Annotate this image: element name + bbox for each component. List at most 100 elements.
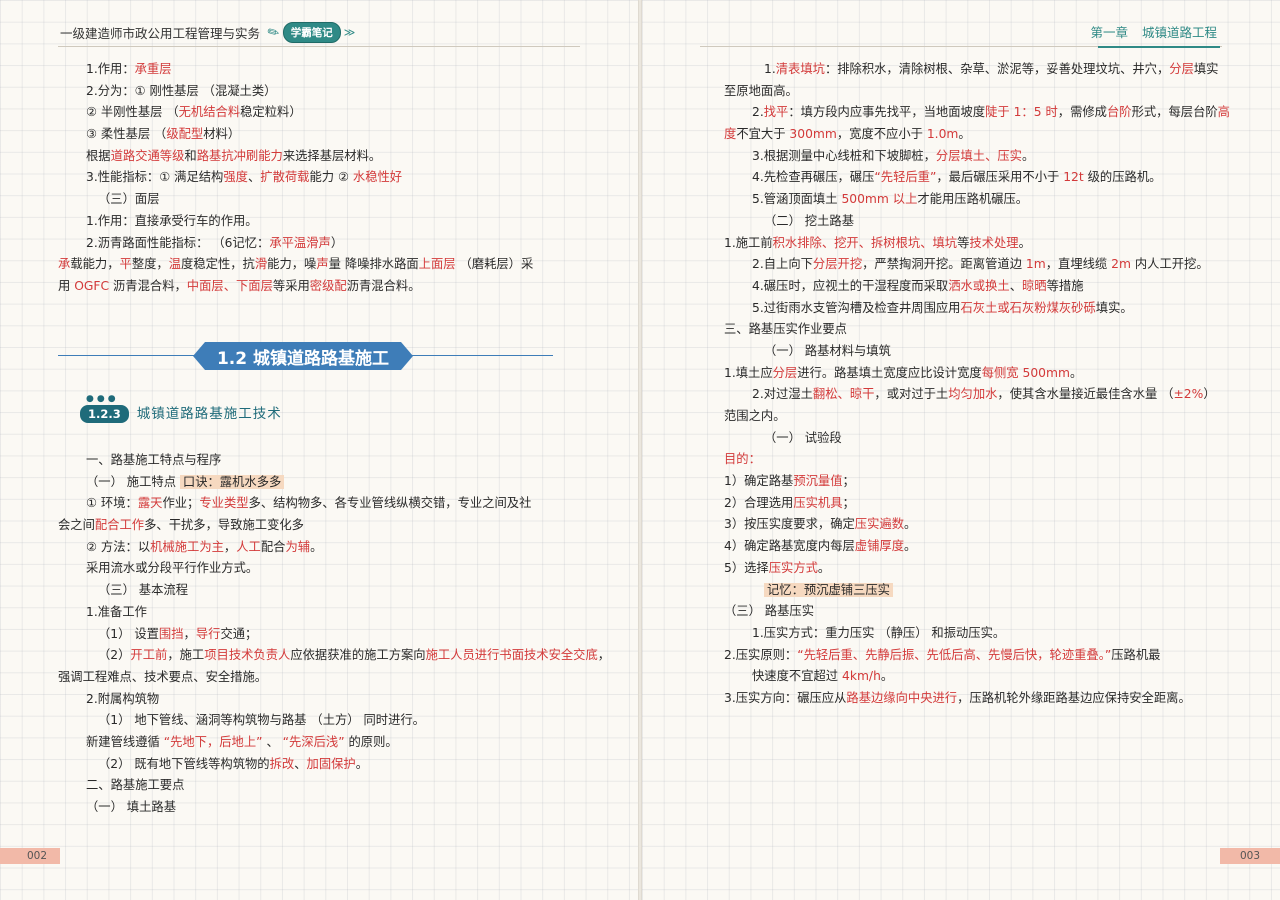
text-line: （一） 路基材料与填筑 xyxy=(724,341,1220,363)
text-line: 4）确定路基宽度内每层虚铺厚度。 xyxy=(724,536,1220,558)
text-line: （2）开工前，施工项目技术负责人应依据获准的施工方案向施工人员进行书面技术安全交… xyxy=(58,645,610,667)
double-arrow-icon: ≫ xyxy=(343,26,355,39)
key-term: 1m xyxy=(1025,257,1046,272)
dots-icon: ●●● xyxy=(86,393,119,404)
text-segment: 等采用 xyxy=(272,278,310,293)
text-line: 二、路基施工要点 xyxy=(58,775,580,797)
text-segment: 根据 xyxy=(86,148,111,163)
key-term: 1.0m xyxy=(926,127,959,142)
text-segment: 。 xyxy=(904,539,917,554)
text-segment: 等 xyxy=(957,235,970,250)
left-top-text: 1.作用：承重层 2.分为：① 刚性基层 （混凝土类） ② 半刚性基层 （无机结合料… xyxy=(58,59,580,298)
text-segment: 1）确定路基 xyxy=(724,474,794,489)
text-line: 快速度不宜超过 4km/h。 xyxy=(724,666,1220,688)
key-term: 压实机具 xyxy=(793,495,843,510)
key-term: “先轻后重、先静后振、先低后高、先慢后快，轮迹重叠。” xyxy=(797,647,1112,662)
text-segment: 5.过街雨水支管沟槽及检查井周围应用 xyxy=(752,300,961,315)
key-term: 2m xyxy=(1111,257,1131,272)
key-term: 500mm 以上 xyxy=(841,192,918,207)
text-segment: 4）确定路基宽度内每层 xyxy=(724,539,855,554)
text-line: （2） 既有地下管线等构筑物的拆改、加固保护。 xyxy=(58,754,580,776)
text-segment: 2.对过湿土 xyxy=(752,387,813,402)
text-line: ② 半刚性基层 （无机结合料稳定粒料） xyxy=(58,102,580,124)
text-line: 2.沥青路面性能指标： （6记忆：承平温滑声） xyxy=(58,233,580,255)
text-segment: （二） 挖土路基 xyxy=(764,213,854,228)
text-segment: 1.准备工作 xyxy=(86,604,147,619)
text-segment: 3.性能指标：① 满足结构 xyxy=(86,170,224,185)
text-line: 度不宜大于 300mm，宽度不应小于 1.0m。 xyxy=(724,124,1220,146)
text-segment: ，需修成 xyxy=(1057,105,1107,120)
text-segment: 不宜大于 xyxy=(736,127,790,142)
text-line: 强调工程难点、技术要点、安全措施。 xyxy=(58,667,580,689)
key-term: 12t xyxy=(1063,170,1084,185)
key-term: 承重层 xyxy=(134,62,172,76)
text-line: 承载能力，平整度，温度稳定性，抗滑能力，噪声量 降噪排水路面上面层 （磨耗层）采 xyxy=(58,254,580,276)
text-line: 2.分为：① 刚性基层 （混凝土类） xyxy=(58,81,580,103)
text-line: 1.施工前积水排除、挖开、拆树根坑、填坑等技术处理。 xyxy=(724,233,1220,255)
text-segment: 、 xyxy=(1009,278,1022,293)
text-line: 2.对过湿土翻松、晾干，或对过于土均匀加水，使其含水量接近最佳含水量 （±2%） xyxy=(724,384,1220,406)
text-segment: 5）选择 xyxy=(724,560,769,575)
text-line: 会之间配合工作多、干扰多，导致施工变化多 xyxy=(58,515,580,537)
text-line: 3.压实方向：碾压应从路基边缘向中央进行，压路机轮外缘距路基边应保持安全距离。 xyxy=(724,688,1220,710)
text-segment: 。 xyxy=(355,756,369,771)
text-line: ② 方法：以机械施工为主，人工配合为辅。 xyxy=(58,537,580,559)
text-segment: 能力 ② xyxy=(309,170,353,185)
subsection-number: 1.2.3 xyxy=(80,404,129,423)
text-segment: 、 xyxy=(247,170,261,185)
key-term: 分层开挖 xyxy=(812,257,863,272)
text-line: 范围之内。 xyxy=(724,406,1220,428)
text-segment: 2.附属构筑物 xyxy=(86,691,160,706)
running-header-right: 第一章 城镇道路工程 xyxy=(1076,22,1217,41)
text-segment: 2. xyxy=(752,105,764,120)
right-page: 第一章 城镇道路工程 1.清表填坑：排除积水，清除树根、杂草、淤泥等，妥善处理坟坑… xyxy=(642,0,1280,900)
key-term: 预沉量值 xyxy=(793,474,843,489)
text-segment: 配合 xyxy=(260,539,286,554)
text-segment: 2）合理选用 xyxy=(724,495,794,510)
text-segment: 1.作用： xyxy=(86,62,135,76)
text-segment: 等措施 xyxy=(1046,278,1084,293)
text-segment: 的原则。 xyxy=(344,734,398,749)
subsection-title: 城镇道路路基施工技术 xyxy=(136,406,282,422)
text-line: 1.清表填坑：排除积水，清除树根、杂草、淤泥等，妥善处理坟坑、井穴，分层填实 xyxy=(724,59,1220,81)
key-term: 强度 xyxy=(223,170,248,185)
pencil-icon: ✎ xyxy=(264,22,283,43)
text-segment: ② 方法：以 xyxy=(86,539,151,554)
text-segment: 。 xyxy=(310,539,323,554)
key-term: 清表填坑 xyxy=(775,62,825,76)
key-term: “先轻后重” xyxy=(874,170,937,185)
key-term: 积水排除、挖开、拆树根坑、填坑 xyxy=(772,235,958,250)
text-segment: 进行。路基填土宽度应比设计宽度 xyxy=(797,365,982,380)
key-term: 配合工作 xyxy=(94,518,145,533)
text-segment: 度稳定性，抗 xyxy=(181,257,255,272)
text-line: 2.自上向下分层开挖，严禁掏洞开挖。距离管道边 1m，直埋线缆 2m 内人工开挖… xyxy=(724,254,1220,276)
text-segment: ：填方段内应事先找平，当地面坡度 xyxy=(788,105,986,120)
text-line: 3）按压实度要求，确定压实遍数。 xyxy=(724,514,1220,536)
left-bottom-text: 一、路基施工特点与程序 （一） 施工特点 口诀：露机水多多 ① 环境：露天作业；专业… xyxy=(58,450,610,819)
text-segment: ， xyxy=(223,539,237,554)
text-segment: 。 xyxy=(1069,365,1083,380)
key-term: 露天 xyxy=(137,496,163,511)
text-line: 2.压实原则：“先轻后重、先静后振、先低后高、先慢后快，轮迹重叠。”压路机最 xyxy=(724,645,1220,667)
key-term: 目的： xyxy=(724,452,761,467)
text-line: ③ 柔性基层 （级配型材料） xyxy=(58,124,580,146)
text-segment: （1） 地下管线、涵洞等构筑物与路基 （土方） 同时进行。 xyxy=(98,713,425,728)
text-segment: 应依据获准的施工方案向 xyxy=(290,648,426,663)
text-segment: 1.作用：直接承受行车的作用。 xyxy=(86,213,258,228)
key-term: 平 xyxy=(119,257,132,272)
text-segment: ，宽度不应小于 xyxy=(836,127,927,142)
text-line: 一、路基施工特点与程序 xyxy=(58,450,580,472)
text-segment: 范围之内。 xyxy=(724,409,786,423)
text-segment: 2.分为：① 刚性基层 （混凝土类） xyxy=(86,83,277,98)
text-segment: 和 xyxy=(184,148,197,163)
text-segment: 3）按压实度要求，确定 xyxy=(724,517,855,532)
key-term: 温 xyxy=(168,257,182,272)
key-term: 开工前 xyxy=(130,648,168,663)
key-term: 虚铺厚度 xyxy=(854,539,904,554)
key-term: 加固保护 xyxy=(306,756,356,771)
running-header-left: 一级建造师市政公用工程管理与实务 ✎ 学霸笔记 ≫ xyxy=(60,22,355,43)
key-term: 专业类型 xyxy=(199,496,249,511)
text-segment: 。 xyxy=(904,517,917,532)
text-segment: （2） xyxy=(98,648,131,663)
text-segment: ，严禁掏洞开挖。距离管道边 xyxy=(862,257,1026,272)
